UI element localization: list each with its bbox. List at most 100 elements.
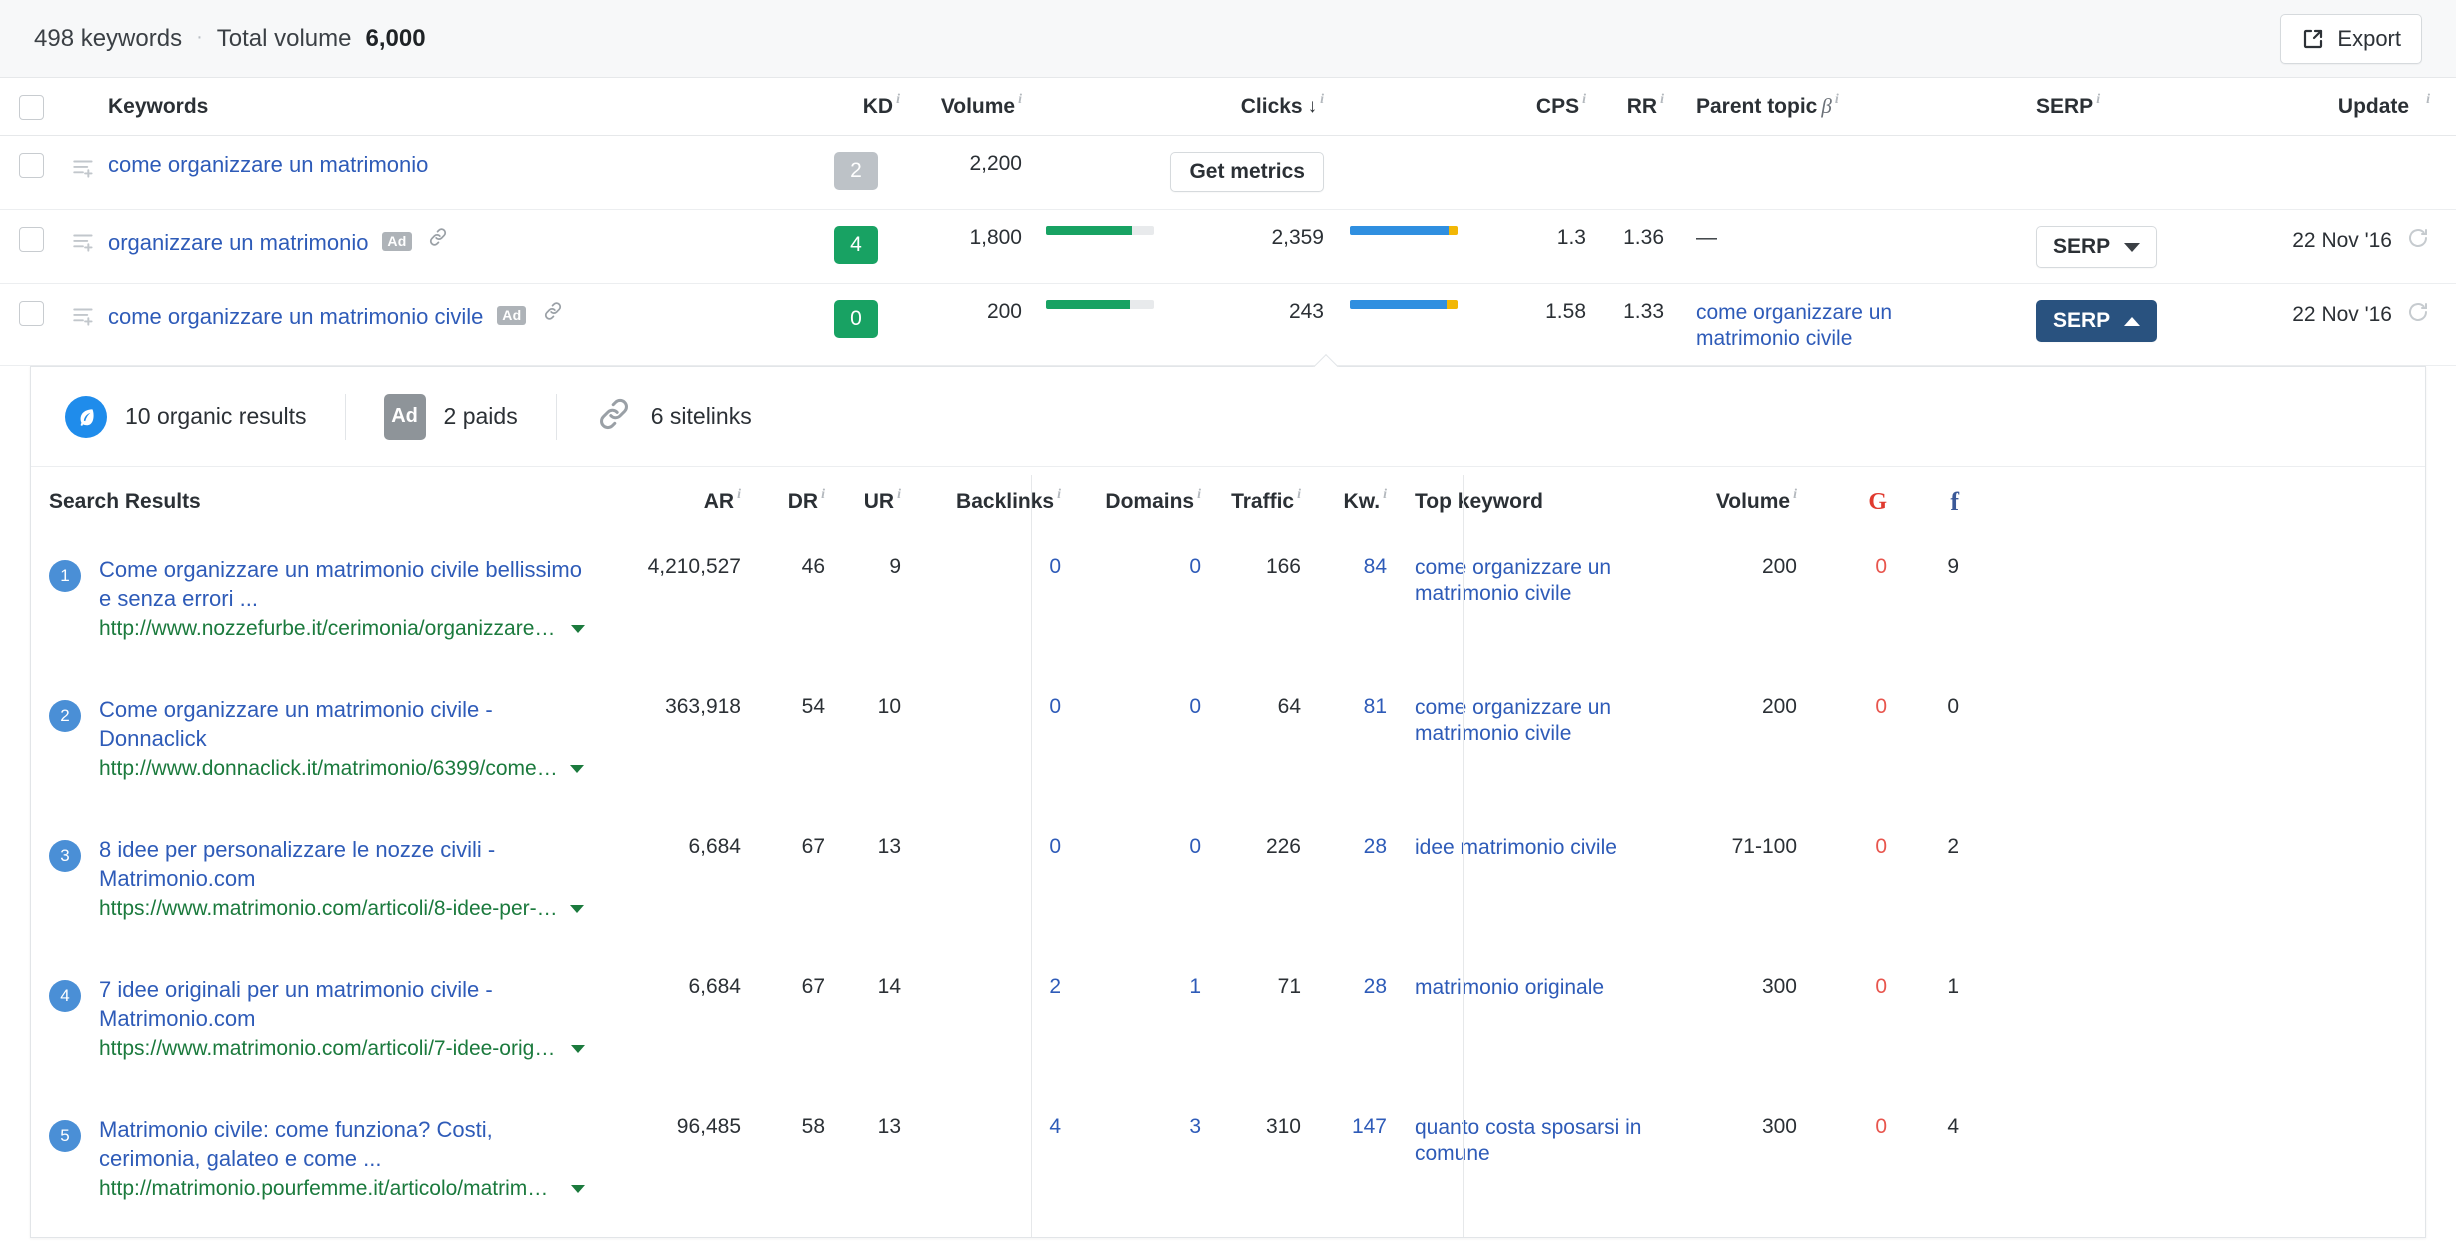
cps-cell: 1.3: [1556, 226, 1586, 249]
result-kw[interactable]: 28: [1301, 975, 1387, 999]
result-domains[interactable]: 1: [1061, 975, 1201, 999]
result-backlinks[interactable]: 0: [901, 835, 1061, 859]
result-title-link[interactable]: 8 idee per personalizzare le nozze civil…: [99, 835, 595, 893]
ur-info-icon[interactable]: i: [897, 487, 901, 503]
sitelink-icon[interactable]: [542, 300, 564, 328]
url-expand-caret-icon[interactable]: [569, 765, 584, 774]
result-backlinks[interactable]: 0: [901, 555, 1061, 579]
rr-info-icon[interactable]: i: [1660, 92, 1664, 108]
result-volume-info-icon[interactable]: i: [1793, 487, 1797, 503]
row-checkbox[interactable]: [18, 301, 44, 326]
result-top-keyword-link[interactable]: come organizzare un matrimonio civile: [1415, 555, 1667, 606]
result-dr: 67: [801, 835, 825, 858]
result-url[interactable]: https://www.matrimonio.com/articoli/8-id…: [99, 895, 558, 923]
add-to-list-icon[interactable]: [71, 229, 97, 261]
result-backlinks[interactable]: 0: [901, 695, 1061, 719]
cps-info-icon[interactable]: i: [1582, 92, 1586, 108]
result-title-link[interactable]: Come organizzare un matrimonio civile be…: [99, 555, 595, 613]
get-metrics-button[interactable]: Get metrics: [1170, 152, 1324, 192]
result-top-keyword-link[interactable]: matrimonio originale: [1415, 975, 1604, 1001]
clicks-cell: 243: [1288, 300, 1324, 323]
header-parent-topic[interactable]: Parent topic β i: [1664, 92, 1994, 119]
header-traffic[interactable]: Traffic i: [1201, 487, 1301, 514]
result-kw[interactable]: 84: [1301, 555, 1387, 579]
header-ur[interactable]: UR i: [825, 487, 901, 514]
update-info-icon[interactable]: i: [2426, 92, 2430, 108]
domains-info-icon[interactable]: i: [1197, 487, 1201, 503]
keyword-link[interactable]: come organizzare un matrimonio civile: [108, 304, 483, 329]
tab-sitelinks[interactable]: 6 sitelinks: [595, 395, 752, 439]
serp-toggle-button[interactable]: SERP: [2036, 226, 2158, 268]
result-title-link[interactable]: Come organizzare un matrimonio civile - …: [99, 695, 595, 753]
refresh-icon[interactable]: [2406, 226, 2430, 256]
export-button[interactable]: Export: [2280, 13, 2422, 64]
header-kw[interactable]: Kw. i: [1301, 487, 1387, 514]
header-backlinks[interactable]: Backlinks i: [901, 487, 1061, 514]
volume-info-icon[interactable]: i: [1018, 92, 1022, 108]
result-domains[interactable]: 0: [1061, 835, 1201, 859]
row-checkbox[interactable]: [18, 227, 44, 252]
result-domains[interactable]: 0: [1061, 695, 1201, 719]
keyword-link[interactable]: organizzare un matrimonio: [108, 230, 368, 255]
result-top-keyword-link[interactable]: idee matrimonio civile: [1415, 835, 1617, 861]
add-to-list-icon[interactable]: [71, 155, 97, 187]
result-domains[interactable]: 0: [1061, 555, 1201, 579]
header-kd[interactable]: KD i: [808, 92, 904, 119]
kd-info-icon[interactable]: i: [896, 92, 900, 108]
url-expand-caret-icon[interactable]: [571, 1185, 585, 1194]
header-ar[interactable]: AR i: [609, 487, 741, 514]
result-top-keyword-link[interactable]: quanto costa sposarsi in comune: [1415, 1115, 1667, 1166]
keyword-link[interactable]: come organizzare un matrimonio: [108, 152, 428, 177]
header-keywords[interactable]: Keywords: [106, 95, 808, 119]
add-to-list-icon[interactable]: [71, 303, 97, 335]
result-kw[interactable]: 81: [1301, 695, 1387, 719]
row-checkbox[interactable]: [18, 153, 44, 178]
summary-stats: 498 keywords · Total volume 6,000: [34, 25, 426, 53]
header-cps[interactable]: CPS i: [1474, 92, 1586, 119]
tab-organic-results[interactable]: 10 organic results: [65, 395, 307, 438]
parent-topic-link[interactable]: come organizzare un matrimonio civile: [1696, 300, 1994, 351]
result-url[interactable]: https://www.matrimonio.com/articoli/7-id…: [99, 1035, 559, 1063]
header-volume[interactable]: Volume i: [904, 92, 1024, 119]
result-volume: 200: [1761, 695, 1797, 718]
header-google: G: [1797, 489, 1887, 516]
select-all-checkbox[interactable]: [18, 94, 44, 120]
ar-info-icon[interactable]: i: [737, 487, 741, 503]
sitelink-icon[interactable]: [427, 226, 449, 254]
result-url[interactable]: http://www.nozzefurbe.it/cerimonia/organ…: [99, 615, 559, 643]
result-url[interactable]: http://matrimonio.pourfemme.it/articolo/…: [99, 1175, 559, 1203]
traffic-info-icon[interactable]: i: [1297, 487, 1301, 503]
kw-info-icon[interactable]: i: [1383, 487, 1387, 503]
url-expand-caret-icon[interactable]: [571, 1045, 585, 1054]
tab-paid-results[interactable]: Ad 2 paids: [383, 393, 518, 440]
dr-info-icon[interactable]: i: [821, 487, 825, 503]
header-dr[interactable]: DR i: [741, 487, 825, 514]
header-search-results: Search Results: [49, 490, 609, 514]
clicks-sort-arrow[interactable]: ↓: [1308, 96, 1318, 118]
result-kw[interactable]: 28: [1301, 835, 1387, 859]
clicks-info-icon[interactable]: i: [1320, 92, 1324, 108]
result-kw[interactable]: 147: [1301, 1115, 1387, 1139]
url-expand-caret-icon[interactable]: [569, 905, 584, 914]
result-backlinks[interactable]: 2: [901, 975, 1061, 999]
parent-topic-info-icon[interactable]: i: [1835, 92, 1839, 108]
serp-info-icon[interactable]: i: [2096, 92, 2100, 108]
refresh-icon[interactable]: [2406, 300, 2430, 330]
result-title-link[interactable]: Matrimonio civile: come funziona? Costi,…: [99, 1115, 595, 1173]
result-title-link[interactable]: 7 idee originali per un matrimonio civil…: [99, 975, 595, 1033]
header-ar-label: AR: [703, 490, 735, 513]
header-result-volume[interactable]: Volume i: [1667, 487, 1797, 514]
result-url[interactable]: http://www.donnaclick.it/matrimonio/6399…: [99, 755, 558, 783]
chevron-down-icon: [2124, 242, 2141, 252]
result-domains[interactable]: 3: [1061, 1115, 1201, 1139]
serp-toggle-button[interactable]: SERP: [2036, 300, 2158, 342]
header-rr[interactable]: RR i: [1586, 92, 1664, 119]
result-backlinks[interactable]: 4: [901, 1115, 1061, 1139]
backlinks-info-icon[interactable]: i: [1057, 487, 1061, 503]
header-clicks[interactable]: Clicks ↓ i: [1164, 92, 1324, 119]
result-top-keyword-link[interactable]: come organizzare un matrimonio civile: [1415, 695, 1667, 746]
header-domains[interactable]: Domains i: [1061, 487, 1201, 514]
url-expand-caret-icon[interactable]: [571, 625, 585, 634]
header-clicks-label: Clicks: [1240, 94, 1303, 118]
header-keywords-label: Keywords: [108, 94, 209, 118]
